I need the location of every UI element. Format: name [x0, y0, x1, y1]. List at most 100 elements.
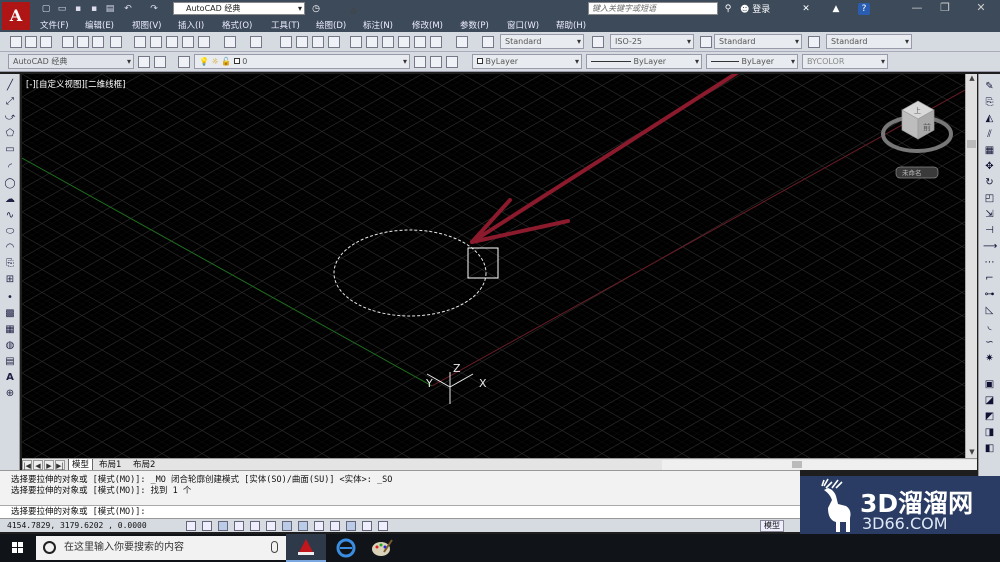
bring-above-icon[interactable]: ◩ — [983, 410, 996, 423]
stretch-icon[interactable]: ⇲ — [983, 208, 996, 221]
new-icon[interactable] — [10, 36, 22, 48]
taskbar-search[interactable]: 在这里输入你要搜索的内容 — [36, 536, 286, 560]
polyline-icon[interactable]: ⤻ — [4, 112, 16, 124]
ellipse-icon[interactable]: ⬭ — [4, 226, 16, 238]
join-icon[interactable]: ⊶ — [983, 288, 996, 301]
mleader-style-icon[interactable] — [808, 36, 820, 48]
scroll-down-icon[interactable]: ▼ — [966, 448, 978, 458]
menu-parametric[interactable]: 参数(P) — [460, 19, 489, 31]
help-icon[interactable] — [456, 36, 468, 48]
command-input[interactable]: 选择要拉伸的对象或 [模式(MO)]: — [0, 505, 800, 518]
explode-icon[interactable]: ✷ — [983, 352, 996, 365]
draworder-front-icon[interactable]: ▣ — [983, 378, 996, 391]
ortho-toggle[interactable] — [234, 521, 244, 531]
print-icon[interactable]: ▤ — [104, 3, 116, 15]
xline-icon[interactable]: ⤢ — [4, 96, 16, 108]
menu-modify[interactable]: 修改(M) — [412, 19, 443, 31]
tpy-toggle[interactable] — [362, 521, 372, 531]
array-icon[interactable]: ▦ — [983, 144, 996, 157]
erase-icon[interactable]: ✎ — [983, 80, 996, 93]
polar-toggle[interactable] — [250, 521, 260, 531]
menu-format[interactable]: 格式(O) — [222, 19, 252, 31]
last-tab-icon[interactable]: ▶| — [55, 460, 65, 470]
paste-icon[interactable] — [166, 36, 178, 48]
time-icon[interactable]: ◷ — [310, 3, 322, 15]
ellipse-arc-icon[interactable]: ◠ — [4, 242, 16, 254]
menu-insert[interactable]: 插入(I) — [178, 19, 204, 31]
redo-icon[interactable]: ↷ — [148, 3, 160, 15]
fillet-icon[interactable]: ◟ — [983, 320, 996, 333]
ducs-toggle[interactable] — [314, 521, 324, 531]
quickcalc-icon[interactable] — [430, 36, 442, 48]
menu-tools[interactable]: 工具(T) — [271, 19, 300, 31]
menu-view[interactable]: 视图(V) — [132, 19, 161, 31]
3dosnap-toggle[interactable] — [282, 521, 292, 531]
plot-icon[interactable] — [62, 36, 74, 48]
gear-icon[interactable] — [138, 56, 150, 68]
layer-manager-icon[interactable] — [178, 56, 190, 68]
dim-style-icon[interactable] — [592, 36, 604, 48]
open-icon[interactable] — [25, 36, 37, 48]
menu-file[interactable]: 文件(F) — [40, 19, 69, 31]
scroll-up-icon[interactable]: ▲ — [966, 74, 978, 84]
menu-dimension[interactable]: 标注(N) — [363, 19, 393, 31]
prev-tab-icon[interactable]: ◀ — [33, 460, 43, 470]
menu-edit[interactable]: 编辑(E) — [85, 19, 114, 31]
mleader-style-dropdown[interactable]: Standard — [826, 34, 912, 49]
exchange-icon[interactable]: ✕ — [800, 3, 812, 15]
pan-icon[interactable] — [280, 36, 292, 48]
scroll-thumb[interactable] — [792, 461, 802, 468]
zoom-window-icon[interactable] — [312, 36, 324, 48]
linetype-dropdown[interactable]: ByLayer — [586, 54, 702, 69]
search-input[interactable]: 键入关键字或短语 — [588, 2, 718, 15]
account-icon[interactable]: ▲ — [830, 3, 842, 15]
first-tab-icon[interactable]: |◀ — [22, 460, 32, 470]
chamfer-icon[interactable]: ◺ — [983, 304, 996, 317]
undo-icon[interactable] — [224, 36, 236, 48]
viewport-controls-label[interactable]: [-][自定义视图][二维线框] — [26, 78, 125, 90]
osnap-toggle[interactable] — [266, 521, 276, 531]
taskbar-edge[interactable] — [326, 534, 366, 562]
revcloud-icon[interactable]: ☁ — [4, 194, 16, 206]
region-icon[interactable]: ◍ — [4, 340, 16, 352]
color-dropdown[interactable]: ByLayer — [472, 54, 582, 69]
publish-icon[interactable] — [92, 36, 104, 48]
infer-constraints-toggle[interactable] — [186, 521, 196, 531]
undo-icon[interactable]: ↶ — [122, 3, 134, 15]
make-current-icon[interactable] — [414, 56, 426, 68]
menu-draw[interactable]: 绘图(D) — [316, 19, 346, 31]
new-icon[interactable]: ▢ — [40, 3, 52, 15]
hatch-icon[interactable]: ▩ — [4, 308, 16, 320]
text-style-dropdown[interactable]: Standard — [500, 34, 584, 49]
polygon-icon[interactable]: ⬠ — [4, 128, 16, 140]
login-link[interactable]: ☻ 登录 — [740, 2, 770, 15]
circle-icon[interactable]: ◯ — [4, 178, 16, 190]
vertical-scrollbar[interactable]: ▲ ▼ — [965, 74, 977, 458]
mirror-icon[interactable]: ◭ — [983, 112, 996, 125]
menu-window[interactable]: 窗口(W) — [507, 19, 539, 31]
tool-palettes-icon[interactable] — [382, 36, 394, 48]
help-icon[interactable]: ? — [858, 3, 870, 15]
match-properties-icon[interactable] — [182, 36, 194, 48]
redo-icon[interactable] — [250, 36, 262, 48]
menu-help[interactable]: 帮助(H) — [556, 19, 586, 31]
horizontal-scrollbar[interactable] — [662, 460, 977, 470]
open-icon[interactable]: ▭ — [56, 3, 68, 15]
table-style-dropdown[interactable]: Standard — [714, 34, 802, 49]
extend-icon[interactable]: ⟶ — [983, 240, 997, 253]
offset-icon[interactable]: ⫽ — [983, 128, 996, 141]
table-icon[interactable]: ▤ — [4, 356, 16, 368]
design-center-icon[interactable] — [366, 36, 378, 48]
add-selected-icon[interactable]: ⊕ — [4, 388, 16, 400]
copy-icon[interactable] — [150, 36, 162, 48]
workspace-options-icon[interactable] — [154, 56, 166, 68]
lineweight-dropdown[interactable]: ByLayer — [706, 54, 798, 69]
layer-dropdown[interactable]: 💡 ☼ 🔓 0 — [194, 54, 410, 69]
properties-icon[interactable] — [350, 36, 362, 48]
layer-previous-icon[interactable] — [430, 56, 442, 68]
zoom-realtime-icon[interactable] — [296, 36, 308, 48]
zoom-previous-icon[interactable] — [328, 36, 340, 48]
taskbar-paint[interactable] — [362, 534, 402, 562]
break-at-point-icon[interactable]: ⋯ — [983, 256, 996, 269]
workspace-dropdown[interactable]: ⚙ AutoCAD 经典 — [173, 2, 357, 16]
